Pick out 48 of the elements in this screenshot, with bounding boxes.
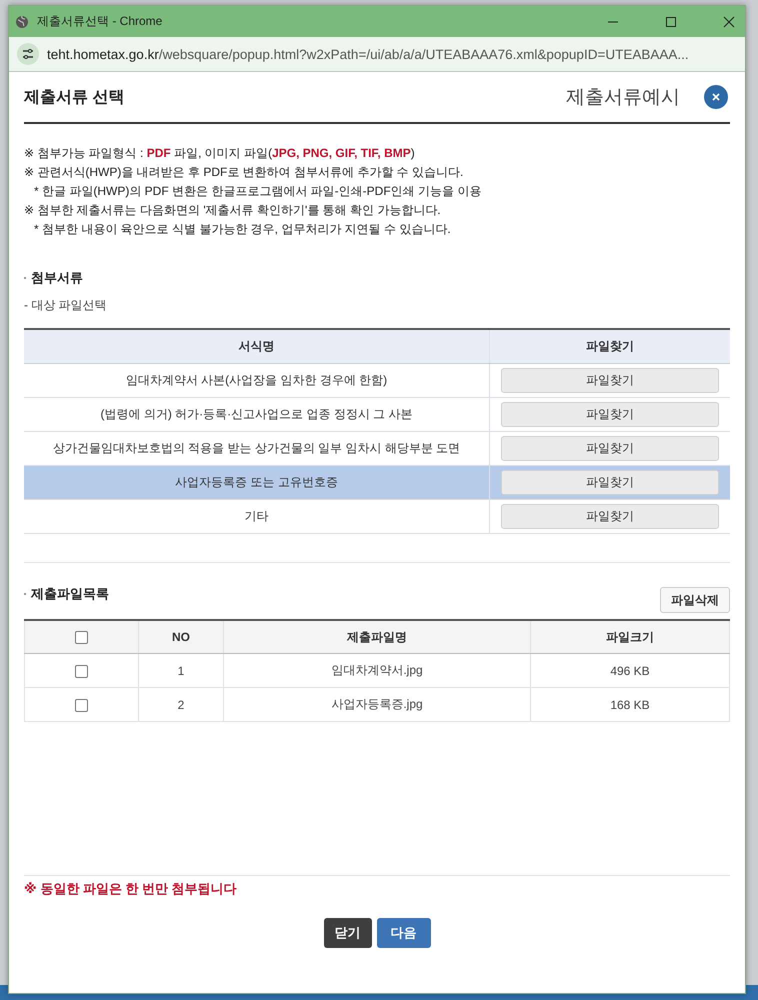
file-find-button[interactable]: 파일찾기	[501, 402, 719, 427]
checkbox[interactable]	[75, 631, 88, 644]
table-cell: 기타	[24, 500, 490, 534]
close-button[interactable]: 닫기	[324, 918, 372, 948]
table-cell: 임대차계약서 사본(사업장을 임차한 경우에 한함)	[24, 364, 490, 398]
column-header: 파일찾기	[490, 329, 730, 364]
table-row[interactable]: 사업자등록증 또는 고유번호증 파일찾기	[24, 466, 730, 500]
table-row[interactable]: 기타 파일찾기	[24, 500, 730, 534]
section-subtitle: - 대상 파일선택	[24, 297, 108, 314]
globe-icon	[15, 14, 29, 28]
table-cell: 2	[138, 688, 224, 722]
table-row[interactable]: 임대차계약서 사본(사업장을 임차한 경우에 한함) 파일찾기	[24, 364, 730, 398]
notice-text: * 첨부한 내용이 육안으로 식별 불가능한 경우, 업무처리가 지연될 수 있습니다.	[33, 221, 452, 238]
table-cell: 임대차계약서.jpg	[224, 654, 530, 688]
table-cell: 1	[138, 654, 224, 688]
column-header: 파일크기	[530, 620, 730, 654]
column-header: NO	[138, 620, 224, 654]
notice-text: ※ 첨부한 제출서류는 다음화면의 '제출서류 확인하기'를 통해 확인 가능합니다.	[24, 202, 442, 219]
file-find-button[interactable]: 파일찾기	[501, 368, 719, 393]
notice-text: * 한글 파일(HWP)의 PDF 변환은 한글프로그램에서 파일-인쇄-PDF인쇄 기능을 이용	[33, 183, 482, 200]
window-title: 제출서류선택 - Chrome	[37, 13, 162, 30]
close-icon[interactable]	[723, 16, 735, 28]
table-cell: 496 KB	[530, 654, 730, 688]
table-row[interactable]: (법령에 의거) 허가·등록·신고사업으로 업종 정정시 그 사본 파일찾기	[24, 398, 730, 432]
notice-text: ※ 관련서식(HWP)을 내려받은 후 PDF로 변환하여 첨부서류에 추가할 수 있습니다.	[24, 164, 464, 181]
checkbox[interactable]	[75, 664, 88, 678]
file-delete-button[interactable]: 파일삭제	[660, 587, 730, 613]
table-cell: 사업자등록증.jpg	[224, 688, 530, 722]
column-header: 제출파일명	[224, 620, 530, 654]
section-title: 첨부서류	[31, 269, 83, 287]
table-cell: 사업자등록증 또는 고유번호증	[24, 466, 490, 500]
file-find-button[interactable]: 파일찾기	[501, 504, 719, 529]
example-link[interactable]: 제출서류예시	[566, 84, 680, 110]
table-row[interactable]: 상가건물임대차보호법의 적용을 받는 상가건물의 일부 임차시 해당부분 도면 파일찾기	[24, 432, 730, 466]
warning-text: ※ 동일한 파일은 한 번만 첨부됩니다	[24, 880, 238, 898]
dialog-title: 제출서류 선택	[24, 88, 124, 108]
file-find-button[interactable]: 파일찾기	[501, 436, 719, 461]
column-header: 서식명	[24, 329, 490, 364]
site-settings-icon[interactable]	[17, 43, 39, 65]
file-find-button[interactable]: 파일찾기	[501, 470, 719, 495]
section-title: 제출파일목록	[31, 585, 109, 603]
notice-text: ※ 첨부가능 파일형식 : PDF 파일, 이미지 파일(JPG, PNG, GIF, TIF, BMP)	[24, 145, 416, 162]
maximize-icon[interactable]	[665, 16, 677, 28]
table-cell: (법령에 의거) 허가·등록·신고사업으로 업종 정정시 그 사본	[24, 398, 490, 432]
next-button[interactable]: 다음	[376, 918, 430, 948]
table-cell: 168 KB	[530, 688, 730, 722]
checkbox[interactable]	[75, 698, 88, 712]
close-icon[interactable]	[704, 85, 728, 109]
